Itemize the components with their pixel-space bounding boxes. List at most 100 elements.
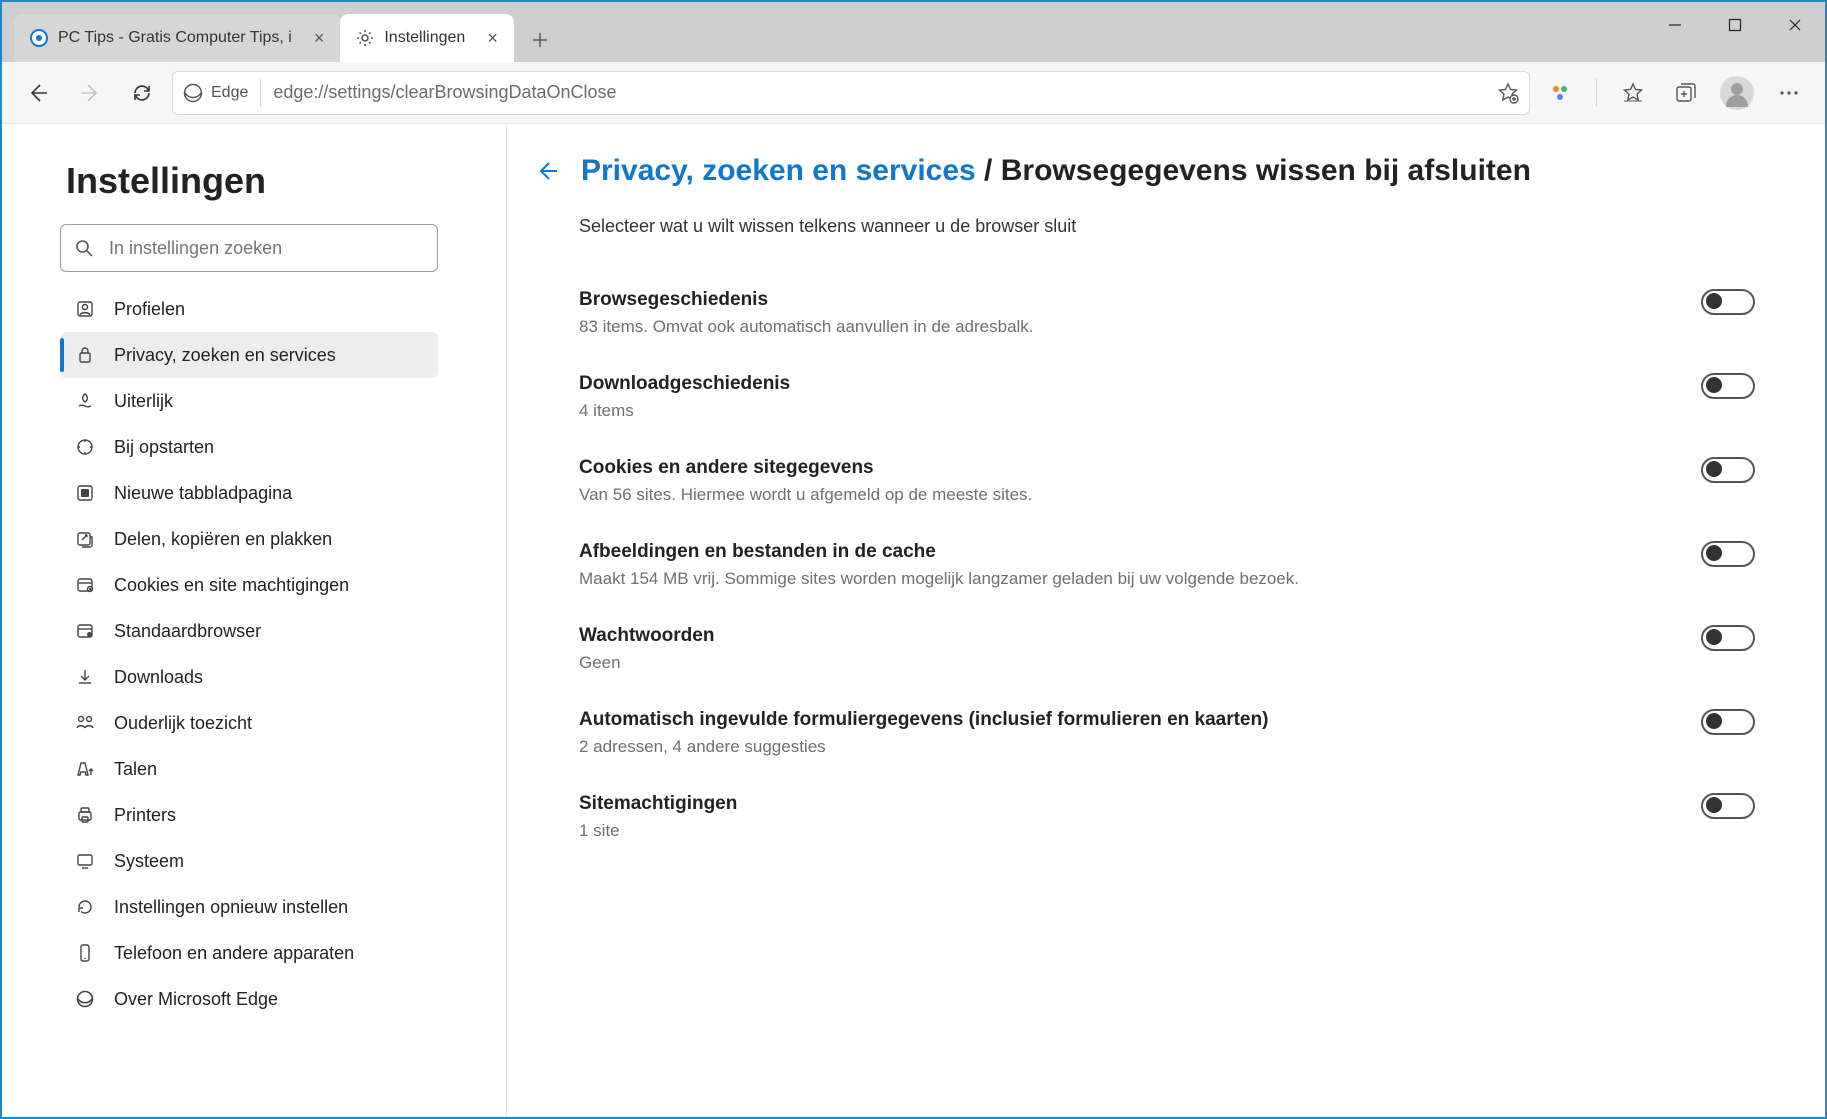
sidebar-item-3[interactable]: Bij opstarten xyxy=(60,424,438,470)
sidebar-item-6[interactable]: Cookies en site machtigingen xyxy=(60,562,438,608)
sidebar-item-icon xyxy=(74,575,96,595)
profile-button[interactable] xyxy=(1715,71,1759,115)
option-toggle[interactable] xyxy=(1701,373,1755,399)
sidebar-item-label: Privacy, zoeken en services xyxy=(114,345,336,366)
back-arrow-icon[interactable] xyxy=(535,159,559,183)
option-desc: 4 items xyxy=(579,401,790,421)
sidebar-item-icon xyxy=(74,989,96,1009)
site-identity[interactable]: Edge xyxy=(183,83,248,103)
toolbar: Edge edge://settings/clearBrowsingDataOn… xyxy=(2,62,1825,124)
sidebar-item-13[interactable]: Instellingen opnieuw instellen xyxy=(60,884,438,930)
option-desc: 83 items. Omvat ook automatisch aanvulle… xyxy=(579,317,1034,337)
settings-main: Privacy, zoeken en services / Browsegege… xyxy=(507,124,1825,1117)
option-title: Automatisch ingevulde formuliergegevens … xyxy=(579,709,1268,731)
option-toggle[interactable] xyxy=(1701,457,1755,483)
gear-icon xyxy=(356,29,374,47)
forward-button[interactable] xyxy=(68,71,112,115)
favicon-pctips xyxy=(30,29,48,47)
sidebar-item-icon xyxy=(74,299,96,319)
sidebar-item-icon xyxy=(74,621,96,641)
sidebar-item-4[interactable]: Nieuwe tabbladpagina xyxy=(60,470,438,516)
page-subtitle: Selecteer wat u wilt wissen telkens wann… xyxy=(579,216,1755,237)
option-title: Sitemachtigingen xyxy=(579,793,737,815)
close-button[interactable] xyxy=(1765,2,1825,48)
site-identity-label: Edge xyxy=(211,84,248,102)
tab-settings[interactable]: Instellingen × xyxy=(340,14,513,62)
url-bar[interactable]: Edge edge://settings/clearBrowsingDataOn… xyxy=(172,71,1530,115)
settings-nav: Profielen Privacy, zoeken en services Uite… xyxy=(60,286,506,1022)
option-row-5: Automatisch ingevulde formuliergegevens … xyxy=(579,691,1755,775)
sidebar-item-label: Standaardbrowser xyxy=(114,621,261,642)
sidebar-item-5[interactable]: Delen, kopiëren en plakken xyxy=(60,516,438,562)
breadcrumb-current: Browsegegevens wissen bij afsluiten xyxy=(1001,154,1531,187)
sidebar-item-icon xyxy=(74,437,96,457)
option-desc: Van 56 sites. Hiermee wordt u afgemeld o… xyxy=(579,485,1032,505)
separator xyxy=(1596,79,1597,107)
new-tab-button[interactable] xyxy=(518,18,562,62)
sidebar-item-label: Downloads xyxy=(114,667,203,688)
settings-search-input[interactable] xyxy=(107,237,423,260)
sidebar-item-8[interactable]: Downloads xyxy=(60,654,438,700)
sidebar-item-2[interactable]: Uiterlijk xyxy=(60,378,438,424)
avatar-icon xyxy=(1720,76,1754,110)
option-row-6: Sitemachtigingen 1 site xyxy=(579,775,1755,859)
sidebar-item-label: Nieuwe tabbladpagina xyxy=(114,483,292,504)
close-icon[interactable]: × xyxy=(314,29,325,47)
sidebar-item-1[interactable]: Privacy, zoeken en services xyxy=(60,332,438,378)
more-button[interactable] xyxy=(1767,71,1811,115)
sidebar-item-icon xyxy=(74,391,96,411)
option-desc: 1 site xyxy=(579,821,737,841)
extensions-button[interactable] xyxy=(1538,71,1582,115)
settings-sidebar: Instellingen ProfielenPrivacy, zoeken en… xyxy=(60,124,507,1117)
maximize-button[interactable] xyxy=(1705,2,1765,48)
sidebar-item-15[interactable]: Over Microsoft Edge xyxy=(60,976,438,1022)
tab-pc-tips[interactable]: PC Tips - Gratis Computer Tips, i × xyxy=(14,14,340,62)
close-icon[interactable]: × xyxy=(487,29,498,47)
sidebar-item-0[interactable]: Profielen xyxy=(60,286,438,332)
back-button[interactable] xyxy=(16,71,60,115)
sidebar-item-icon xyxy=(74,897,96,917)
sidebar-item-11[interactable]: Printers xyxy=(60,792,438,838)
window-controls xyxy=(1645,2,1825,48)
sidebar-item-12[interactable]: Systeem xyxy=(60,838,438,884)
settings-search[interactable] xyxy=(60,224,438,272)
option-toggle[interactable] xyxy=(1701,625,1755,651)
sidebar-item-label: Uiterlijk xyxy=(114,391,173,412)
option-title: Downloadgeschiedenis xyxy=(579,373,790,395)
option-toggle[interactable] xyxy=(1701,793,1755,819)
sidebar-item-7[interactable]: Standaardbrowser xyxy=(60,608,438,654)
option-row-2: Cookies en andere sitegegevens Van 56 sit… xyxy=(579,439,1755,523)
option-desc: Maakt 154 MB vrij. Sommige sites worden … xyxy=(579,569,1299,589)
reload-button[interactable] xyxy=(120,71,164,115)
sidebar-item-label: Ouderlijk toezicht xyxy=(114,713,252,734)
search-icon xyxy=(75,239,93,257)
tab-label: PC Tips - Gratis Computer Tips, i xyxy=(58,29,292,47)
sidebar-item-14[interactable]: Telefoon en andere apparaten xyxy=(60,930,438,976)
option-title: Afbeeldingen en bestanden in de cache xyxy=(579,541,1299,563)
title-bar: PC Tips - Gratis Computer Tips, i × Inst… xyxy=(2,2,1825,62)
option-title: Wachtwoorden xyxy=(579,625,714,647)
option-toggle[interactable] xyxy=(1701,289,1755,315)
collections-button[interactable] xyxy=(1663,71,1707,115)
option-desc: 2 adressen, 4 andere suggesties xyxy=(579,737,1268,757)
option-toggle[interactable] xyxy=(1701,541,1755,567)
option-toggle[interactable] xyxy=(1701,709,1755,735)
option-title: Cookies en andere sitegegevens xyxy=(579,457,1032,479)
url-text[interactable]: edge://settings/clearBrowsingDataOnClose xyxy=(273,82,1485,103)
sidebar-item-icon xyxy=(74,483,96,503)
breadcrumb-parent[interactable]: Privacy, zoeken en services xyxy=(581,154,976,187)
favorites-button[interactable] xyxy=(1611,71,1655,115)
minimize-button[interactable] xyxy=(1645,2,1705,48)
sidebar-item-label: Telefoon en andere apparaten xyxy=(114,943,354,964)
options-list: Browsegeschiedenis83 items. Omvat ook au… xyxy=(579,271,1755,859)
sidebar-item-icon xyxy=(74,713,96,733)
option-row-0: Browsegeschiedenis83 items. Omvat ook au… xyxy=(579,271,1755,355)
sidebar-item-icon xyxy=(74,759,96,779)
option-row-4: WachtwoordenGeen xyxy=(579,607,1755,691)
breadcrumb: Privacy, zoeken en services / Browsegege… xyxy=(535,154,1755,188)
sidebar-item-10[interactable]: Talen xyxy=(60,746,438,792)
add-favorite-button[interactable] xyxy=(1497,71,1519,115)
sidebar-item-icon xyxy=(74,667,96,687)
sidebar-item-9[interactable]: Ouderlijk toezicht xyxy=(60,700,438,746)
breadcrumb-separator: / xyxy=(984,154,992,187)
